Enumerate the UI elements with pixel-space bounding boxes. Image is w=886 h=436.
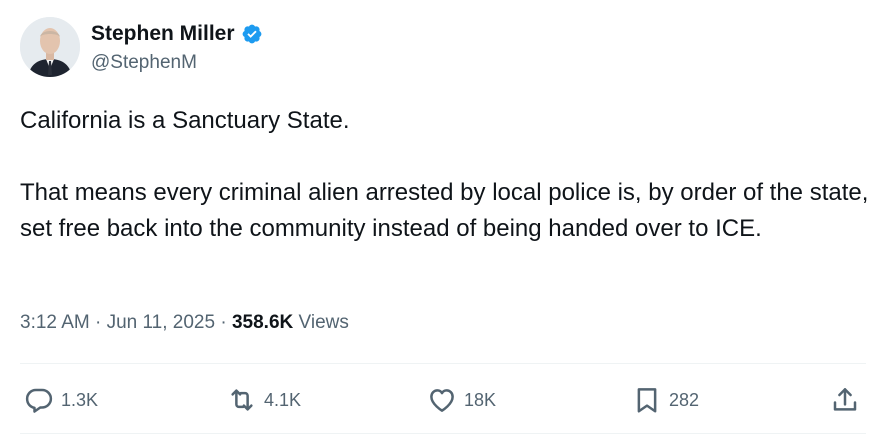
reply-button[interactable]: 1.3K	[24, 380, 98, 420]
tweet-time[interactable]: 3:12 AM	[20, 312, 90, 333]
verified-badge-icon[interactable]	[241, 23, 263, 45]
heart-icon	[430, 389, 454, 412]
author-handle[interactable]: @StephenM	[91, 51, 263, 75]
tweet-text: California is a Sanctuary State. That me…	[20, 103, 876, 247]
like-button[interactable]: 18K	[427, 380, 496, 420]
bookmark-button[interactable]: 282	[632, 380, 699, 420]
avatar[interactable]	[20, 17, 80, 77]
views-count[interactable]: 358.6K	[232, 312, 293, 333]
reply-icon	[25, 388, 53, 413]
views-label: Views	[298, 312, 349, 333]
retweet-button[interactable]: 4.1K	[227, 380, 301, 420]
divider	[20, 363, 866, 364]
share-button[interactable]	[830, 380, 860, 420]
like-count: 18K	[464, 389, 497, 410]
meta-separator: ·	[220, 312, 227, 333]
author-names: Stephen Miller @StephenM	[91, 17, 263, 75]
tweet-date[interactable]: Jun 11, 2025	[107, 312, 215, 333]
tweet-paragraph: California is a Sanctuary State.	[20, 107, 350, 134]
action-bar: 1.3K 4.1K 18K 282	[0, 380, 886, 420]
reply-count: 1.3K	[61, 389, 99, 410]
bookmark-icon	[637, 388, 657, 413]
retweet-icon	[231, 389, 253, 411]
divider	[20, 433, 866, 434]
share-icon	[833, 388, 857, 411]
author-display-name[interactable]: Stephen Miller	[91, 21, 235, 47]
tweet-header: Stephen Miller @StephenM	[20, 17, 263, 77]
tweet-paragraph: That means every criminal alien arrested…	[20, 179, 869, 242]
bookmark-count: 282	[669, 389, 700, 410]
meta-separator: ·	[95, 312, 102, 333]
tweet-meta: 3:12 AM · Jun 11, 2025 · 358.6K Views	[20, 310, 349, 336]
retweet-count: 4.1K	[264, 389, 302, 410]
